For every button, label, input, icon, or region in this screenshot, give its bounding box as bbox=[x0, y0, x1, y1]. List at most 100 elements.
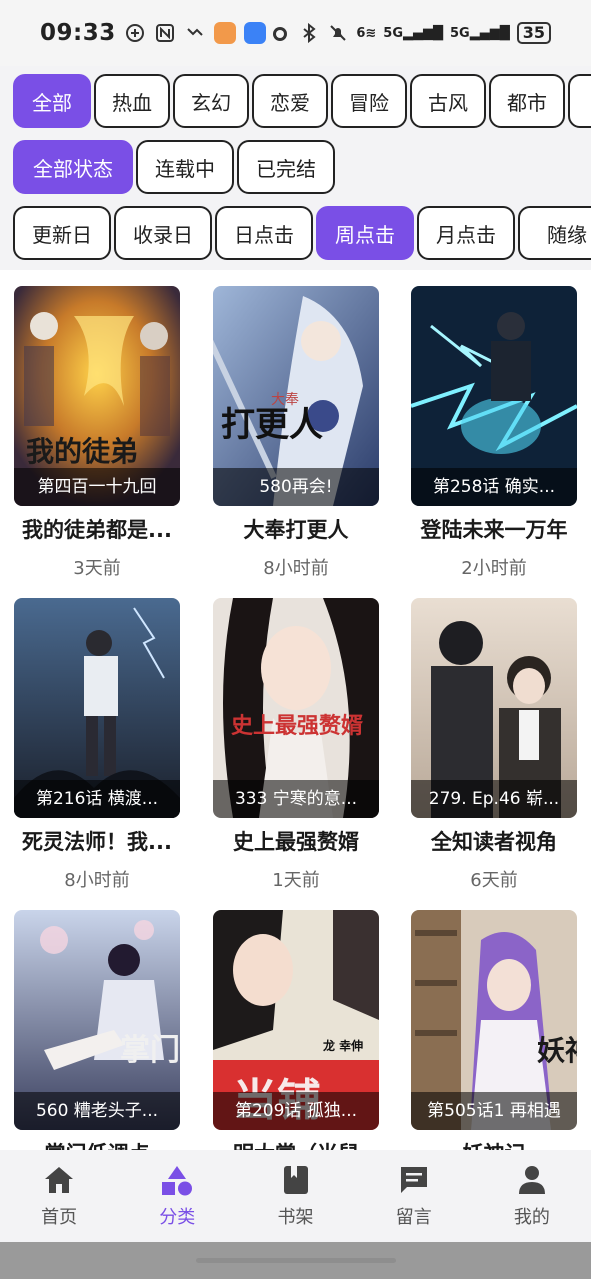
comic-title: 妖神记 bbox=[411, 1138, 577, 1150]
comic-card[interactable]: 打更人 大奉 580再会! 大奉打更人 8小时前 bbox=[213, 286, 379, 580]
home-icon bbox=[42, 1163, 76, 1197]
genre-chip-adventure[interactable]: 冒险 bbox=[331, 74, 407, 128]
chapter-badge: 第209话 孤独... bbox=[213, 1092, 379, 1130]
filter-panel: 全部 热血 玄幻 恋爱 冒险 古风 都市 全部状态 连载中 已完结 更新日 收录… bbox=[0, 66, 591, 270]
category-icon bbox=[160, 1163, 194, 1197]
chapter-badge: 333 宁寒的意... bbox=[213, 780, 379, 818]
svg-text:掌门: 掌门 bbox=[120, 1033, 180, 1068]
profile-icon bbox=[515, 1163, 549, 1197]
signal-5g-2: 5G▂▄▆█ bbox=[450, 25, 510, 41]
app-store-icon bbox=[243, 22, 266, 44]
comic-cover[interactable]: 第258话 确实... bbox=[411, 286, 577, 506]
status-chip-all[interactable]: 全部状态 bbox=[13, 140, 133, 194]
bluetooth-icon bbox=[298, 22, 320, 44]
comic-title: 明大掌（当鼠 bbox=[213, 1138, 379, 1150]
alarm-icon bbox=[269, 22, 291, 44]
comic-title: 全知读者视角 bbox=[431, 830, 557, 854]
comic-cover[interactable]: 我的徒弟 第四百一十九回 bbox=[14, 286, 180, 506]
comic-update-time: 8小时前 bbox=[263, 558, 329, 579]
comic-grid: 我的徒弟 第四百一十九回 我的徒弟都是... 3天前 打更人 大奉 580再会!… bbox=[14, 286, 580, 1150]
system-gesture-bar bbox=[0, 1242, 591, 1279]
comic-cover[interactable]: 掌门 560 糟老头子... bbox=[14, 910, 180, 1130]
nav-messages[interactable]: 留言 bbox=[355, 1150, 473, 1242]
comic-cover[interactable]: 279. Ep.46 崭... bbox=[411, 598, 577, 818]
genre-chip-more[interactable] bbox=[568, 74, 591, 128]
svg-text:史上最强赘婿: 史上最强赘婿 bbox=[231, 713, 363, 739]
comic-card[interactable]: 当铺 龙 幸伸 第209话 孤独... 明大掌（当鼠 bbox=[213, 910, 379, 1150]
chapter-badge: 第216话 横渡... bbox=[14, 780, 180, 818]
nav-bookshelf-label: 书架 bbox=[277, 1207, 314, 1228]
sort-chip-random[interactable]: 随缘 bbox=[518, 206, 591, 260]
comic-card[interactable]: 279. Ep.46 崭... 全知读者视角 6天前 bbox=[411, 598, 577, 892]
nav-profile-label: 我的 bbox=[513, 1207, 550, 1228]
bottom-navigation: 首页 分类 书架 留言 我的 bbox=[0, 1150, 591, 1242]
nfc-icon bbox=[154, 22, 176, 44]
comic-title: 大奉打更人 bbox=[243, 518, 349, 542]
app-notification-icon bbox=[124, 22, 146, 44]
sort-chip-weekly[interactable]: 周点击 bbox=[316, 206, 414, 260]
sort-chip-updated[interactable]: 更新日 bbox=[13, 206, 111, 260]
status-filter-row: 全部状态 连载中 已完结 bbox=[13, 140, 338, 194]
chapter-badge: 580再会! bbox=[213, 468, 379, 506]
nav-bookshelf[interactable]: 书架 bbox=[236, 1150, 354, 1242]
comic-card[interactable]: 史上最强赘婿 333 宁寒的意... 史上最强赘婿 1天前 bbox=[213, 598, 379, 892]
status-bar: 09:33 6≋ 5G▂▄▆█ 5G▂▄▆█ 35 bbox=[0, 0, 591, 66]
status-chip-ongoing[interactable]: 连载中 bbox=[136, 140, 234, 194]
sort-chip-monthly[interactable]: 月点击 bbox=[417, 206, 515, 260]
status-chip-completed[interactable]: 已完结 bbox=[237, 140, 335, 194]
svg-text:我的徒弟: 我的徒弟 bbox=[26, 435, 138, 468]
signal-5g-1: 5G▂▄▆█ bbox=[383, 25, 444, 41]
nav-category[interactable]: 分类 bbox=[118, 1150, 236, 1242]
chapter-badge: 第四百一十九回 bbox=[14, 468, 180, 506]
comic-card[interactable]: 掌门 560 糟老头子... 掌门低调点 bbox=[14, 910, 180, 1150]
chapter-badge: 第258话 确实... bbox=[411, 468, 577, 506]
genre-chip-romance[interactable]: 恋爱 bbox=[252, 74, 328, 128]
genre-chip-ancient[interactable]: 古风 bbox=[410, 74, 486, 128]
gesture-handle[interactable] bbox=[196, 1258, 396, 1263]
nav-profile[interactable]: 我的 bbox=[473, 1150, 591, 1242]
sort-chip-daily[interactable]: 日点击 bbox=[215, 206, 313, 260]
chapter-badge: 279. Ep.46 崭... bbox=[411, 780, 577, 818]
comic-card[interactable]: 妖神 第505话1 再相遇 妖神记 bbox=[411, 910, 577, 1150]
comic-cover[interactable]: 第216话 横渡... bbox=[14, 598, 180, 818]
comic-title: 掌门低调点 bbox=[14, 1138, 180, 1150]
app-heart-icon bbox=[213, 22, 236, 44]
comic-update-time: 6天前 bbox=[470, 870, 518, 891]
comic-title: 死灵法师！我... bbox=[22, 830, 172, 854]
comic-card[interactable]: 第216话 横渡... 死灵法师！我... 8小时前 bbox=[14, 598, 180, 892]
sort-chip-added[interactable]: 收录日 bbox=[114, 206, 212, 260]
nav-home-label: 首页 bbox=[41, 1207, 78, 1228]
comic-card[interactable]: 我的徒弟 第四百一十九回 我的徒弟都是... 3天前 bbox=[14, 286, 180, 580]
missed-call-icon bbox=[184, 22, 206, 44]
comic-update-time: 1天前 bbox=[272, 870, 320, 891]
mute-icon bbox=[327, 22, 349, 44]
sort-filter-row: 更新日 收录日 日点击 周点击 月点击 随缘 bbox=[13, 206, 591, 260]
nav-home[interactable]: 首页 bbox=[0, 1150, 118, 1242]
svg-text:大奉: 大奉 bbox=[271, 392, 299, 408]
message-icon bbox=[397, 1163, 431, 1197]
comic-cover[interactable]: 当铺 龙 幸伸 第209话 孤独... bbox=[213, 910, 379, 1130]
genre-chip-hotblood[interactable]: 热血 bbox=[94, 74, 170, 128]
bookshelf-icon bbox=[279, 1163, 313, 1197]
nav-messages-label: 留言 bbox=[395, 1207, 432, 1228]
comic-title: 史上最强赘婿 bbox=[233, 830, 359, 854]
comic-cover[interactable]: 妖神 第505话1 再相遇 bbox=[411, 910, 577, 1130]
comic-update-time: 8小时前 bbox=[64, 870, 130, 891]
genre-chip-all[interactable]: 全部 bbox=[13, 74, 91, 128]
wifi-icon: 6≋ bbox=[356, 25, 377, 41]
battery-indicator: 35 bbox=[516, 22, 551, 44]
chapter-badge: 第505话1 再相遇 bbox=[411, 1092, 577, 1130]
comic-title: 登陆未来一万年 bbox=[420, 518, 568, 542]
svg-text:打更人: 打更人 bbox=[221, 405, 323, 445]
genre-chip-urban[interactable]: 都市 bbox=[489, 74, 565, 128]
comic-cover[interactable]: 史上最强赘婿 333 宁寒的意... bbox=[213, 598, 379, 818]
status-time: 09:33 bbox=[40, 20, 116, 46]
nav-category-label: 分类 bbox=[159, 1207, 196, 1228]
chapter-badge: 560 糟老头子... bbox=[14, 1092, 180, 1130]
comic-card[interactable]: 第258话 确实... 登陆未来一万年 2小时前 bbox=[411, 286, 577, 580]
genre-chip-fantasy[interactable]: 玄幻 bbox=[173, 74, 249, 128]
comic-update-time: 2小时前 bbox=[461, 558, 527, 579]
comic-cover[interactable]: 打更人 大奉 580再会! bbox=[213, 286, 379, 506]
comic-update-time: 3天前 bbox=[73, 558, 121, 579]
genre-filter-row: 全部 热血 玄幻 恋爱 冒险 古风 都市 bbox=[13, 74, 591, 128]
